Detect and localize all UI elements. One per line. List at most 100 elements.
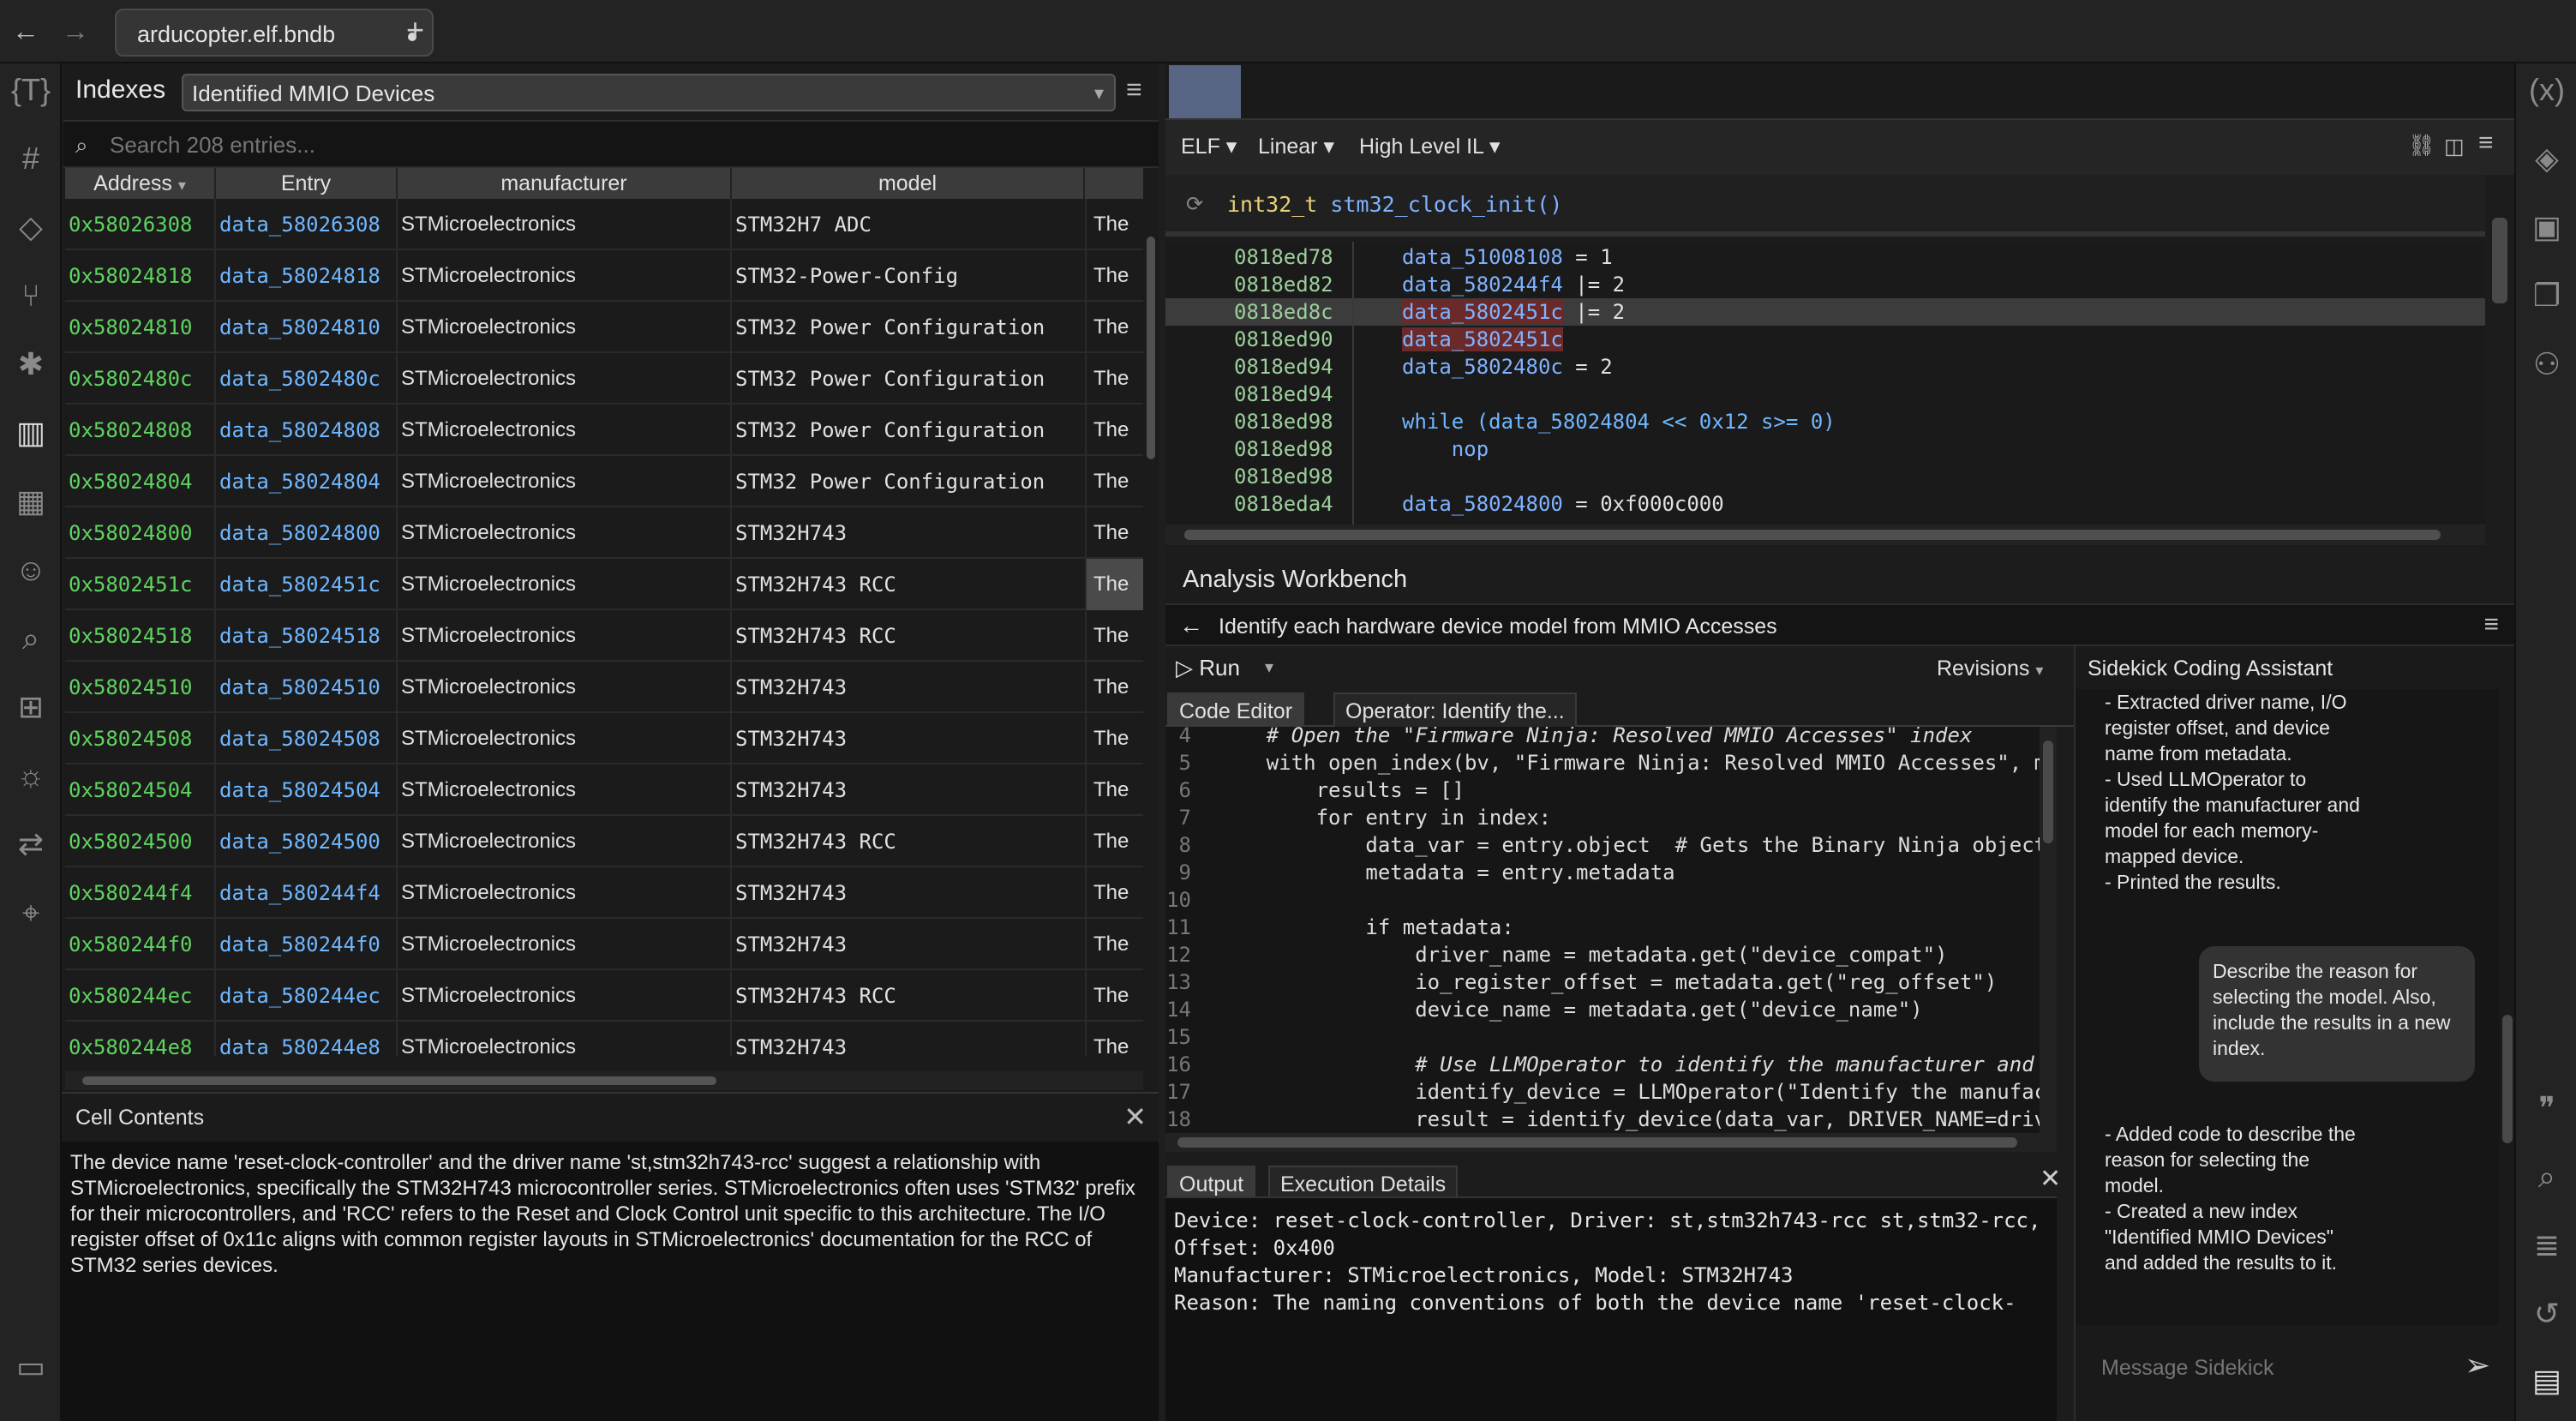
- manufacturer-cell[interactable]: STMicroelectronics: [401, 507, 730, 559]
- editor-line[interactable]: 16 # Use LLMOperator to identify the man…: [1165, 1051, 2057, 1078]
- entry-cell[interactable]: data_58024808: [219, 405, 399, 456]
- address-cell[interactable]: 0x58024804: [69, 456, 211, 507]
- code-address[interactable]: 0818ed82: [1234, 271, 1333, 298]
- table-vertical-scrollbar[interactable]: [1143, 168, 1159, 1136]
- layers-icon[interactable]: ◈: [2516, 141, 2576, 177]
- description-cell[interactable]: The: [1087, 662, 1143, 713]
- code-editor[interactable]: 4 # Open the "Firmware Ninja: Resolved M…: [1165, 727, 2057, 1152]
- editor-line[interactable]: 6 results = []: [1165, 776, 2057, 804]
- address-cell[interactable]: 0x58024504: [69, 764, 211, 816]
- code-address[interactable]: 0818ed94: [1234, 353, 1333, 381]
- file-tab[interactable]: arducopter.elf.bndb: [115, 9, 434, 57]
- scrollbar-thumb[interactable]: [1184, 530, 2441, 540]
- model-cell[interactable]: STM32H743: [735, 662, 1088, 713]
- description-cell[interactable]: The: [1087, 764, 1143, 816]
- entry-cell[interactable]: data_58026308: [219, 199, 399, 250]
- address-cell[interactable]: 0x580244f4: [69, 867, 211, 919]
- scrollbar-thumb[interactable]: [2502, 1015, 2513, 1143]
- editor-line-text[interactable]: io_register_offset = metadata.get("reg_o…: [1217, 968, 1997, 996]
- description-cell[interactable]: The: [1087, 199, 1143, 250]
- model-cell[interactable]: STM32 Power Configuration: [735, 353, 1088, 405]
- entry-cell[interactable]: data_5802451c: [219, 559, 399, 610]
- chat-scrollbar[interactable]: [2499, 689, 2516, 1325]
- code-line[interactable]: 0818ed98: [1165, 463, 2485, 490]
- back-arrow-icon[interactable]: ←: [12, 15, 39, 47]
- editor-line[interactable]: 12 driver_name = metadata.get("device_co…: [1165, 941, 2057, 968]
- editor-line-text[interactable]: if metadata:: [1217, 914, 1513, 941]
- entry-cell[interactable]: data_5802480c: [219, 353, 399, 405]
- editor-line[interactable]: 15: [1165, 1023, 2057, 1051]
- code-vertical-scrollbar[interactable]: [2485, 175, 2514, 526]
- editor-line[interactable]: 10: [1165, 886, 2057, 914]
- code-token[interactable]: data_5802451c: [1402, 327, 1563, 351]
- search-icon[interactable]: ⌕: [2516, 1159, 2576, 1196]
- editor-line-text[interactable]: data_var = entry.object # Gets the Binar…: [1217, 831, 2057, 859]
- quote-icon[interactable]: ❞: [2516, 1090, 2576, 1126]
- bug-icon[interactable]: ✱: [0, 346, 62, 382]
- search-doc-icon[interactable]: ⌕: [0, 621, 62, 657]
- manufacturer-cell[interactable]: STMicroelectronics: [401, 199, 730, 250]
- function-signature[interactable]: int32_t stm32_clock_init(): [1227, 192, 1562, 217]
- chip-icon[interactable]: ▦: [0, 483, 62, 519]
- sidekick-icon[interactable]: ▤: [2516, 1363, 2576, 1399]
- manufacturer-cell[interactable]: STMicroelectronics: [401, 764, 730, 816]
- code-line[interactable]: 0818ed94 data_5802480c = 2: [1165, 353, 2485, 381]
- entry-cell[interactable]: data_580244f4: [219, 867, 399, 919]
- code-line[interactable]: 0818ed78 data_51008108 = 1: [1165, 243, 2485, 271]
- column-header-model[interactable]: model: [732, 168, 1085, 199]
- book-icon[interactable]: ▥: [0, 415, 62, 451]
- code-token[interactable]: nop: [1402, 437, 1489, 461]
- column-header-more[interactable]: [1085, 168, 1143, 199]
- address-cell[interactable]: 0x58024508: [69, 713, 211, 764]
- table-row[interactable]: 0x580244e8 data_580244e8 STMicroelectronic…: [65, 1022, 1143, 1056]
- description-cell[interactable]: The: [1087, 610, 1143, 662]
- address-cell[interactable]: 0x58024800: [69, 507, 211, 559]
- code-address[interactable]: 0818ed90: [1234, 326, 1333, 353]
- manufacturer-cell[interactable]: STMicroelectronics: [401, 250, 730, 302]
- forward-arrow-icon[interactable]: →: [62, 15, 89, 47]
- address-cell[interactable]: 0x580244f0: [69, 919, 211, 970]
- description-cell[interactable]: The: [1087, 250, 1143, 302]
- code-token[interactable]: data_58024800: [1402, 492, 1563, 516]
- editor-line-text[interactable]: # Open the "Firmware Ninja: Resolved MMI…: [1217, 727, 1973, 749]
- scrollbar-thumb[interactable]: [1177, 1137, 2017, 1148]
- editor-line[interactable]: 5 with open_index(bv, "Firmware Ninja: R…: [1165, 749, 2057, 776]
- hierarchy-icon[interactable]: ⊞: [0, 689, 62, 725]
- layout-dropdown[interactable]: Linear ▾: [1258, 134, 1334, 159]
- editor-line-text[interactable]: with open_index(bv, "Firmware Ninja: Res…: [1217, 749, 2057, 776]
- editor-line[interactable]: 7 for entry in index:: [1165, 804, 2057, 831]
- code-address[interactable]: 0818ed78: [1234, 243, 1333, 271]
- hlil-code-view[interactable]: 0818ed78 data_51008108 = 1 0818ed82 data_58…: [1165, 242, 2485, 525]
- entry-cell[interactable]: data_58024500: [219, 816, 399, 867]
- code-text[interactable]: data_58024800 = 0xf000c000: [1402, 490, 1724, 518]
- address-cell[interactable]: 0x58024500: [69, 816, 211, 867]
- code-line[interactable]: 0818eda4 data_58024800 = 0xf000c000: [1165, 490, 2485, 518]
- table-row[interactable]: 0x58024518 data_58024518 STMicroelectronic…: [65, 610, 1143, 662]
- editor-line-text[interactable]: identify_device = LLMOperator("Identify …: [1217, 1078, 2057, 1106]
- code-address[interactable]: 0818ed94: [1234, 381, 1333, 408]
- revisions-dropdown[interactable]: Revisions ▾: [1937, 657, 2043, 681]
- variables-icon[interactable]: (x): [2516, 72, 2576, 108]
- editor-line[interactable]: 13 io_register_offset = metadata.get("re…: [1165, 968, 2057, 996]
- tab-output[interactable]: Output: [1167, 1166, 1256, 1200]
- run-dropdown-chevron-icon[interactable]: ▾: [1265, 657, 1273, 678]
- code-token[interactable]: data_5802451c: [1402, 300, 1563, 324]
- lightbulb-icon[interactable]: ☼: [0, 758, 62, 794]
- model-cell[interactable]: STM32 Power Configuration: [735, 456, 1088, 507]
- manufacturer-cell[interactable]: STMicroelectronics: [401, 405, 730, 456]
- table-row[interactable]: 0x580244f4 data_580244f4 STMicroelectronic…: [65, 867, 1143, 919]
- table-row[interactable]: 0x58024818 data_58024818 STMicroelectronic…: [65, 250, 1143, 302]
- manufacturer-cell[interactable]: STMicroelectronics: [401, 919, 730, 970]
- code-address[interactable]: 0818ed98: [1234, 463, 1333, 490]
- model-cell[interactable]: STM32 Power Configuration: [735, 405, 1088, 456]
- address-cell[interactable]: 0x58024518: [69, 610, 211, 662]
- column-header-address[interactable]: Address ▾: [65, 168, 216, 199]
- editor-line[interactable]: 17 identify_device = LLMOperator("Identi…: [1165, 1078, 2057, 1106]
- model-cell[interactable]: STM32H743: [735, 764, 1088, 816]
- code-text[interactable]: data_5802480c = 2: [1402, 353, 1613, 381]
- address-cell[interactable]: 0x580244ec: [69, 970, 211, 1022]
- code-line[interactable]: 0818ed98 nop: [1165, 435, 2485, 463]
- code-text[interactable]: data_5802451c |= 2: [1402, 298, 1625, 326]
- code-address[interactable]: 0818ed8c: [1234, 298, 1333, 326]
- description-cell[interactable]: The: [1087, 302, 1143, 353]
